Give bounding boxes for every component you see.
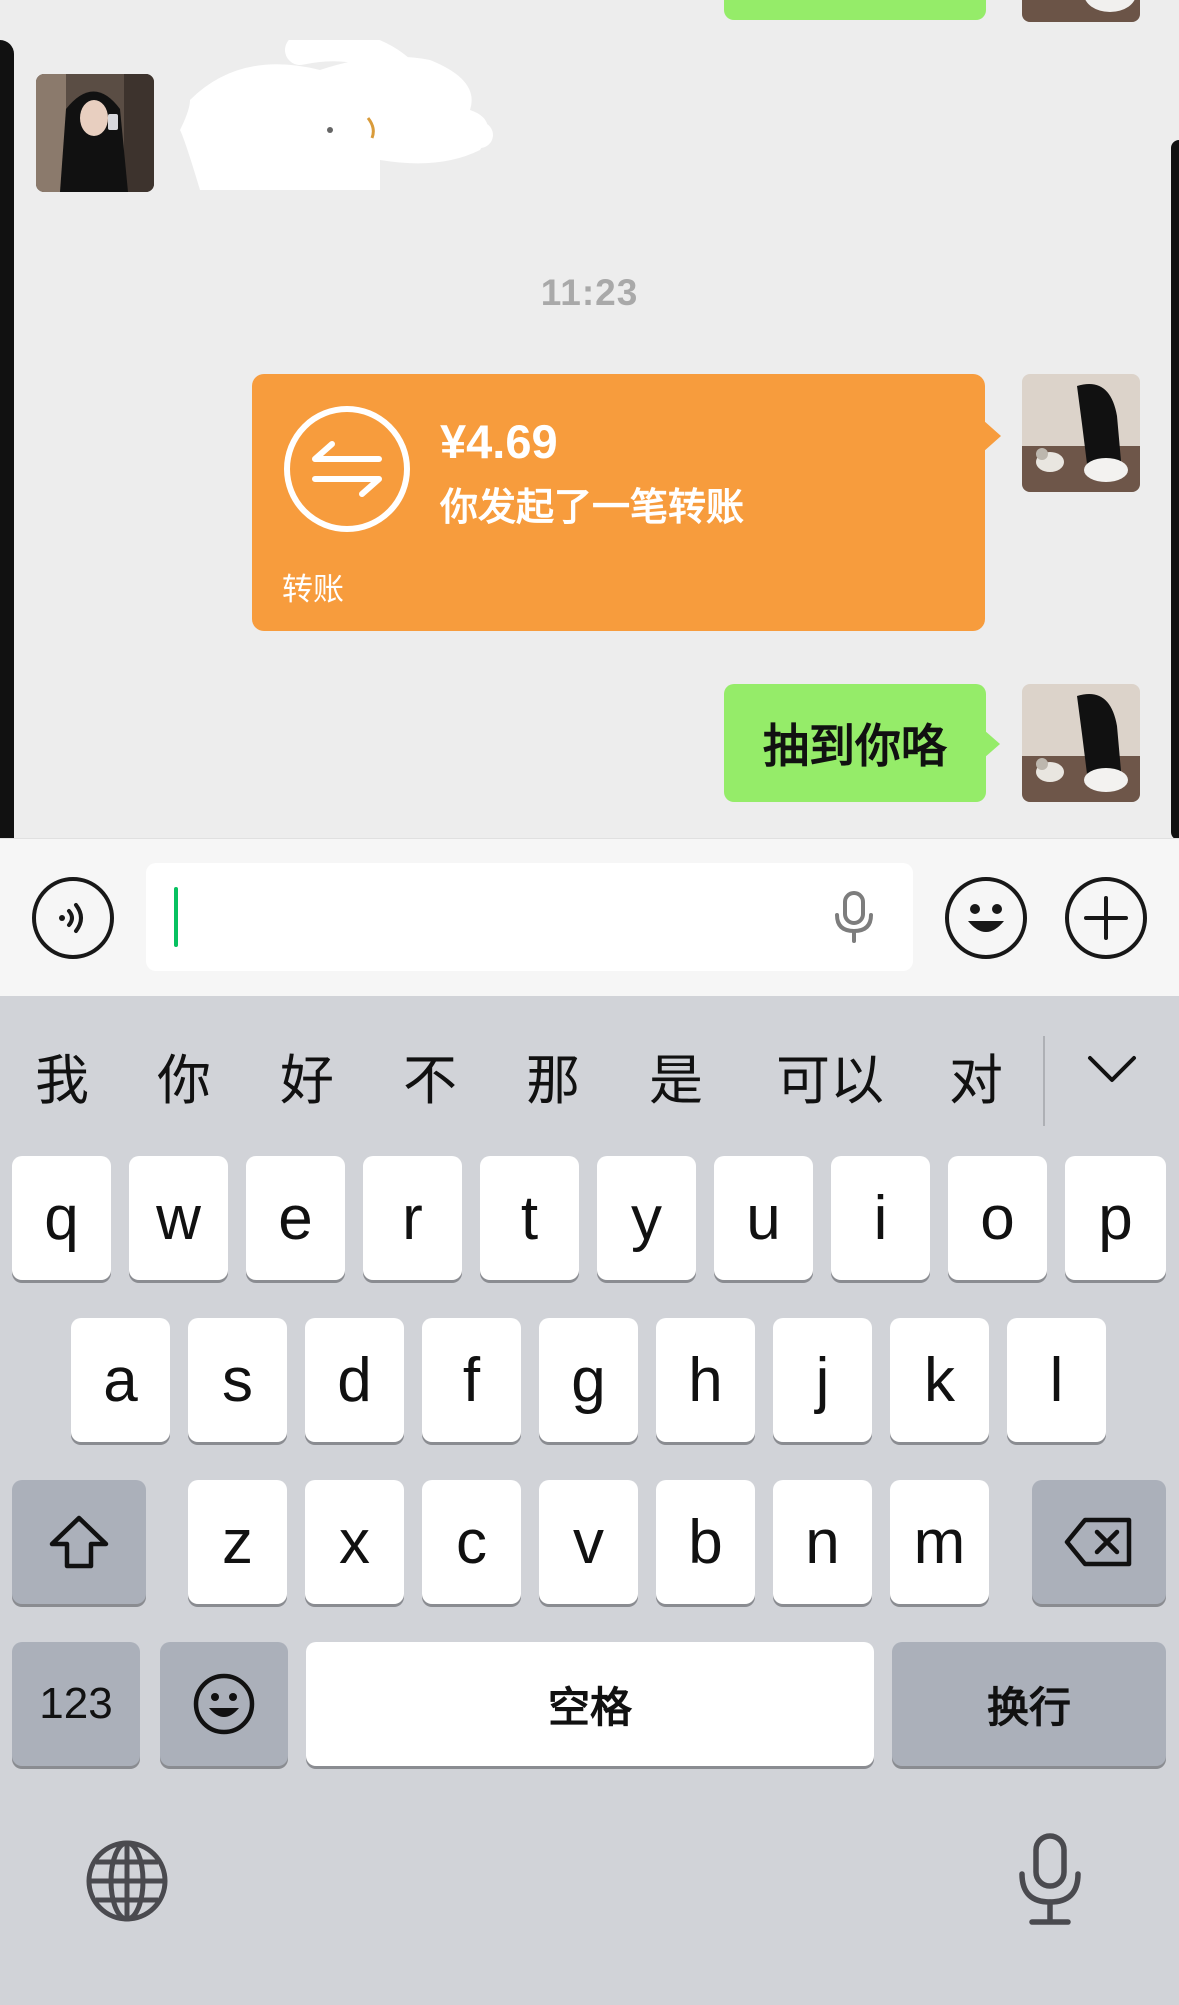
transfer-icon	[284, 406, 410, 532]
message-timestamp: 11:23	[540, 272, 639, 313]
key-u[interactable]: u	[714, 1156, 813, 1280]
key-f[interactable]: f	[422, 1318, 521, 1442]
transfer-label: 转账	[282, 572, 344, 607]
key-l[interactable]: l	[1007, 1318, 1106, 1442]
key-o[interactable]: o	[948, 1156, 1047, 1280]
my-avatar[interactable]	[1022, 374, 1140, 492]
candidate-word[interactable]: 不	[398, 1036, 462, 1115]
numbers-key[interactable]: 123	[12, 1642, 140, 1766]
transfer-amount: ¥4.69	[440, 415, 558, 468]
key-t[interactable]: t	[480, 1156, 579, 1280]
key-q[interactable]: q	[12, 1156, 111, 1280]
message-bubble-sent[interactable]: 抽到你咯	[724, 684, 1000, 802]
key-w[interactable]: w	[129, 1156, 228, 1280]
key-v[interactable]: v	[539, 1480, 638, 1604]
key-d[interactable]: d	[305, 1318, 404, 1442]
key-m[interactable]: m	[890, 1480, 989, 1604]
key-y[interactable]: y	[597, 1156, 696, 1280]
key-e[interactable]: e	[246, 1156, 345, 1280]
key-p[interactable]: p	[1065, 1156, 1166, 1280]
key-r[interactable]: r	[363, 1156, 462, 1280]
message-text: 抽到你咯	[763, 720, 947, 772]
key-b[interactable]: b	[656, 1480, 755, 1604]
plus-icon	[1084, 896, 1128, 940]
emoji-icon	[193, 1673, 255, 1735]
screen-edge	[0, 40, 14, 880]
candidate-word[interactable]: 那	[521, 1036, 585, 1115]
key-h[interactable]: h	[656, 1318, 755, 1442]
candidate-word[interactable]: 我	[30, 1036, 94, 1115]
transfer-description: 你发起了一笔转账	[440, 487, 745, 529]
key-c[interactable]: c	[422, 1480, 521, 1604]
microphone-icon[interactable]	[831, 889, 877, 945]
candidate-word[interactable]: 是	[644, 1036, 708, 1115]
space-key[interactable]: 空格	[306, 1642, 874, 1766]
key-z[interactable]: z	[188, 1480, 287, 1604]
candidate-word[interactable]: 可以	[770, 1036, 890, 1115]
chat-input-bar	[0, 838, 1179, 996]
key-n[interactable]: n	[773, 1480, 872, 1604]
delete-key[interactable]	[1032, 1480, 1166, 1604]
voice-icon	[59, 903, 83, 933]
transfer-card[interactable]: ¥4.69 你发起了一笔转账 转账	[252, 374, 1001, 631]
chevron-down-icon[interactable]	[1082, 1044, 1142, 1094]
emoji-icon	[968, 904, 1004, 932]
screen-edge	[1171, 140, 1179, 840]
text-cursor	[174, 887, 178, 947]
my-avatar[interactable]	[1022, 684, 1140, 802]
key-s[interactable]: s	[188, 1318, 287, 1442]
voice-toggle-button[interactable]	[32, 877, 114, 959]
key-g[interactable]: g	[539, 1318, 638, 1442]
message-bubble-sent[interactable]	[724, 0, 986, 20]
key-j[interactable]: j	[773, 1318, 872, 1442]
more-button[interactable]	[1065, 877, 1147, 959]
emoji-button[interactable]	[945, 877, 1027, 959]
candidate-bar: 我 你 好 不 那 是 可以 对	[0, 996, 1179, 1142]
backspace-icon	[1064, 1517, 1132, 1567]
candidate-word[interactable]: 对	[944, 1036, 1008, 1115]
redaction-scribble	[180, 40, 493, 191]
shift-icon	[49, 1515, 109, 1569]
message-input[interactable]	[146, 863, 913, 971]
candidate-divider	[1043, 1036, 1045, 1126]
wechat-chat-screen: 11:23 ¥4.69 你发起了一笔转账 转账 抽到你咯 我 你 好 不 那 是…	[0, 0, 1179, 2005]
microphone-icon[interactable]	[1014, 1832, 1086, 1928]
contact-avatar[interactable]	[36, 74, 154, 192]
emoji-key[interactable]	[160, 1642, 288, 1766]
key-a[interactable]: a	[71, 1318, 170, 1442]
keyboard: 我 你 好 不 那 是 可以 对 q w e r t y u i o p a s…	[0, 996, 1179, 2005]
key-k[interactable]: k	[890, 1318, 989, 1442]
chat-area[interactable]: 11:23 ¥4.69 你发起了一笔转账 转账 抽到你咯	[0, 0, 1179, 880]
candidate-word[interactable]: 你	[152, 1036, 216, 1115]
shift-key[interactable]	[12, 1480, 146, 1604]
key-i[interactable]: i	[831, 1156, 930, 1280]
candidate-word[interactable]: 好	[275, 1036, 339, 1115]
globe-icon[interactable]	[84, 1838, 170, 1924]
my-avatar[interactable]	[1022, 0, 1140, 22]
return-key[interactable]: 换行	[892, 1642, 1166, 1766]
key-x[interactable]: x	[305, 1480, 404, 1604]
